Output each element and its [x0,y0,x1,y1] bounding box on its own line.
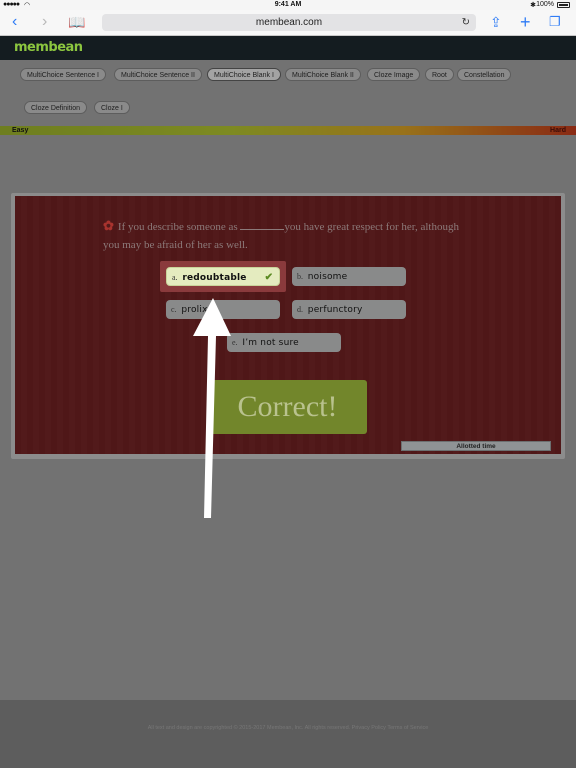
page-footer: All text and design are copyrighted © 20… [0,700,576,768]
address-bar[interactable]: membean.com ↻ [102,14,476,31]
choice-word: perfunctory [307,305,363,315]
status-time: 9:41 AM [274,1,302,8]
question-card: ✿ If you describe someone as you have gre… [15,196,561,454]
main-content: MultiChoice Sentence I MultiChoice Sente… [0,60,576,700]
membean-logo[interactable]: membean [14,40,83,55]
tab-root[interactable]: Root [425,68,454,81]
answer-blank [240,219,285,230]
share-icon[interactable]: ⇪ [490,13,502,31]
tab-constellation[interactable]: Constellation [457,68,512,81]
tab-cloze-definition[interactable]: Cloze Definition [24,101,88,114]
choice-d[interactable]: d. perfunctory [292,300,406,319]
choice-word: redoubtable [182,273,247,283]
difficulty-easy-label: Easy [12,127,29,134]
copyright-text: All text and design are copyrighted © 20… [147,725,429,731]
question-before-blank: If you describe someone as [117,221,238,233]
choice-letter: a. [172,273,178,282]
tab-cloze-image[interactable]: Cloze Image [367,68,421,81]
question-icon: ✿ [103,218,114,233]
bookmarks-icon[interactable]: 📖 [68,13,85,31]
tab-multichoice-sentence-1[interactable]: MultiChoice Sentence I [20,68,106,81]
choice-letter: e. [232,338,238,347]
difficulty-bar: Easy Hard [0,126,576,135]
choice-word: noisome [307,272,348,282]
choice-word: I’m not sure [242,338,299,348]
forward-icon[interactable]: › [42,13,47,31]
url-text: membean.com [255,17,323,28]
tab-multichoice-sentence-2[interactable]: MultiChoice Sentence II [114,68,202,81]
new-tab-icon[interactable]: + [520,13,531,31]
tab-cloze-1[interactable]: Cloze I [94,101,130,114]
difficulty-hard-label: Hard [550,127,566,134]
tabs-icon[interactable]: ❐ [549,13,561,31]
choice-letter: c. [171,305,177,314]
reload-icon[interactable]: ↻ [462,14,470,31]
correct-result-button[interactable]: Correct! [208,380,367,434]
site-header: membean [0,36,576,60]
back-icon[interactable]: ‹ [12,13,17,31]
question-text: ✿ If you describe someone as you have gre… [103,217,463,254]
choice-word: prolix [181,305,208,315]
battery-icon [557,2,570,8]
choice-c[interactable]: c. prolix [166,300,280,319]
choice-a[interactable]: a. redoubtable ✔ [166,267,280,286]
checkmark-icon: ✔ [264,272,273,283]
choice-letter: b. [297,272,303,281]
choice-b[interactable]: b. noisome [292,267,406,286]
tab-multichoice-blank-1[interactable]: MultiChoice Blank I [207,68,281,81]
status-bar: ●●●●● ◠ 9:41 AM ✱ 100% [0,0,576,10]
tab-multichoice-blank-2[interactable]: MultiChoice Blank II [285,68,361,81]
question-card-frame: ✿ If you describe someone as you have gre… [11,193,565,459]
battery-percentage: 100% [536,1,554,8]
choice-letter: d. [297,305,303,314]
allotted-time-bar: Allotted time [401,441,551,451]
browser-toolbar: ‹ › 📖 membean.com ↻ ⇪ + ❐ [0,10,576,36]
choice-e[interactable]: e. I’m not sure [227,333,341,352]
